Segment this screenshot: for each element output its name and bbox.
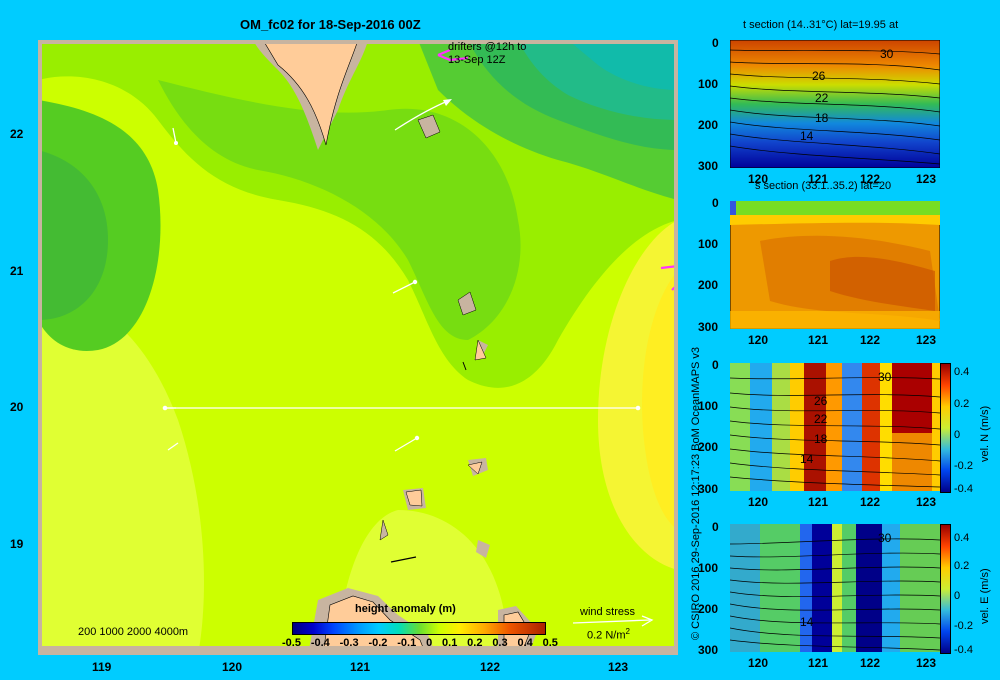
- depth-legend: 200 1000 2000 4000m: [78, 626, 189, 638]
- y-tick: 22: [10, 127, 24, 141]
- svg-text:26: 26: [814, 394, 828, 408]
- vel-n-label: vel. N (m/s): [979, 405, 991, 462]
- drifters-date-label: 13-Sep 12Z: [448, 54, 506, 66]
- y-tick: 21: [10, 264, 24, 278]
- svg-text:22: 22: [815, 91, 829, 105]
- svg-text:14: 14: [800, 615, 814, 629]
- svg-text:26: 26: [812, 69, 826, 83]
- svg-text:18: 18: [815, 111, 829, 125]
- wind-stress-scale: 0.2 N/m2: [587, 627, 630, 642]
- height-colorbar: [292, 622, 546, 635]
- x-tick: 122: [480, 660, 501, 674]
- vel-n-colorbar: [940, 363, 951, 493]
- svg-text:18: 18: [814, 432, 828, 446]
- x-tick: 120: [222, 660, 243, 674]
- svg-text:30: 30: [878, 531, 892, 545]
- svg-text:14: 14: [800, 452, 814, 466]
- svg-text:30: 30: [880, 47, 894, 61]
- svg-text:22: 22: [814, 412, 828, 426]
- map-title: OM_fc02 for 18-Sep-2016 00Z: [240, 17, 421, 32]
- t-section-title: t section (14..31°C) lat=19.95 at: [743, 19, 899, 31]
- t-section-plot: 30 26 22 18 14: [730, 40, 940, 168]
- y-tick: 20: [10, 400, 24, 414]
- colorbar-title: height anomaly (m): [355, 603, 456, 615]
- x-tick: 119: [92, 660, 112, 674]
- y-tick: 19: [10, 537, 24, 551]
- vel-n-section-plot: 30 26 22 18 14: [730, 363, 940, 491]
- wind-stress-label: wind stress: [580, 606, 636, 618]
- vel-e-label: vel. E (m/s): [979, 568, 991, 624]
- s-section-plot: [730, 201, 940, 329]
- height-anomaly-map: [38, 40, 678, 655]
- s-section-title: s section (33.1..35.2) lat=20: [755, 180, 892, 192]
- x-tick: 123: [608, 660, 629, 674]
- svg-text:30: 30: [878, 370, 892, 384]
- colorbar-ticks: -0.5 -0.4 -0.3 -0.2 -0.1 0 0.1 0.2 0.3 0…: [282, 637, 558, 649]
- drifters-label: drifters @12h to: [448, 41, 527, 53]
- vel-e-section-plot: 30 14: [730, 524, 940, 652]
- vel-e-colorbar: [940, 524, 951, 654]
- svg-text:14: 14: [800, 129, 814, 143]
- x-tick: 121: [350, 660, 371, 674]
